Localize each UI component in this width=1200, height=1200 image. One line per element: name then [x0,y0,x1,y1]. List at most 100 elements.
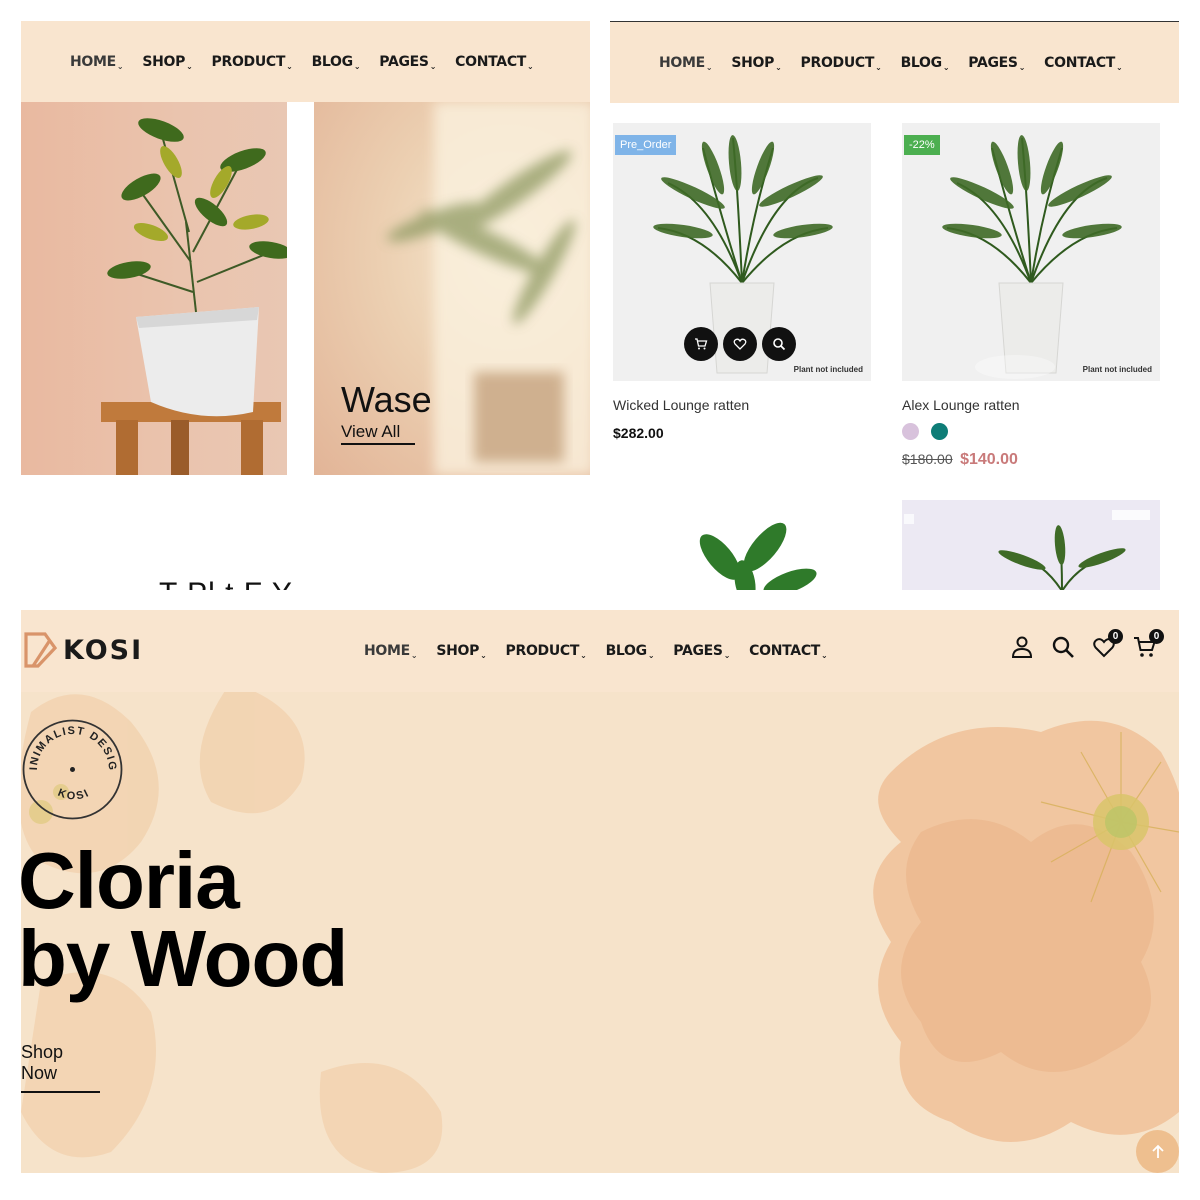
hero-title: Cloria by Wood [21,836,348,1003]
product-card[interactable]: Pre_Order Plant not included Wicked Loun… [613,123,871,441]
quick-view-button[interactable] [762,327,796,361]
product-image[interactable]: Pre_Order Plant not included [613,123,871,381]
hero-title-line-1: Cloria [21,836,240,925]
nav-blog-label: BLOG [900,54,943,71]
minimalist-design-stamp: MINIMALIST DESIGN KOSI [21,718,123,820]
swatch-lilac[interactable] [902,423,919,440]
nav-blog[interactable]: BLOG ⌄ [605,643,655,660]
svg-text:KOSI: KOSI [56,787,92,803]
chevron-down-icon: ⌄ [429,61,437,71]
nav-home[interactable]: HOME ⌄ [364,643,418,660]
header-actions: 0 0 [993,629,1164,659]
chevron-down-icon: ⌄ [775,62,782,72]
section-heading: T Pl t F Y [159,577,293,590]
nav-pages-label: PAGES [379,53,429,70]
panel-bottom-hero: KOSI HOME ⌄ SHOP ⌄ PRODUCT ⌄ BLOG ⌄ PAGES ⌄ C… [21,610,1179,1173]
product-image-partial[interactable] [902,500,1160,590]
hero-title-line-2: by Wood [21,914,348,1003]
cart-icon [695,338,708,350]
nav-shop-label: SHOP [142,53,186,70]
nav-pages[interactable]: PAGES ⌄ [968,55,1026,72]
price-row: $180.00 $140.00 [902,451,1160,469]
logo[interactable]: KOSI [23,632,143,668]
color-swatches [902,423,1160,445]
product-price: $282.00 [613,425,664,441]
old-price: $180.00 [902,451,953,467]
wishlist-button[interactable]: 0 [1092,629,1123,659]
nav-product[interactable]: PRODUCT ⌄ [505,643,587,660]
plant-on-stool-image[interactable] [21,102,287,475]
chevron-down-icon: ⌄ [186,61,193,71]
arrow-up-icon [1151,1144,1164,1158]
nav-shop[interactable]: SHOP ⌄ [142,53,193,71]
nav-product[interactable]: PRODUCT ⌄ [211,53,293,71]
heart-icon [733,338,747,350]
chevron-down-icon: ⌄ [527,61,534,71]
nav-pages-label: PAGES [673,643,723,659]
product-card[interactable]: -22% Plant not included Alex Lounge ratt… [902,123,1160,469]
nav-shop[interactable]: SHOP ⌄ [436,643,487,660]
nav-shop[interactable]: SHOP ⌄ [731,54,782,72]
chevron-down-icon: ⌄ [480,651,487,660]
product-name[interactable]: Alex Lounge ratten [902,397,1160,413]
search-button[interactable] [1051,635,1075,659]
search-icon [1052,636,1074,658]
main-nav: HOME ⌄ SHOP ⌄ PRODUCT ⌄ BLOG ⌄ PAGES ⌄ CONTAC… [364,610,846,692]
swatch-teal[interactable] [931,423,949,440]
nav-home[interactable]: HOME ⌄ [659,55,713,72]
cart-button[interactable]: 0 [1133,629,1164,659]
add-to-wishlist-button[interactable] [723,327,757,361]
nav-pages[interactable]: PAGES ⌄ [379,53,437,71]
nav-contact-label: CONTACT [455,53,527,70]
add-to-cart-button[interactable] [684,327,718,361]
nav-contact-label: CONTACT [1044,54,1116,71]
logo-text: KOSI [63,634,144,666]
chevron-down-icon: ⌄ [116,61,124,71]
nav-pages[interactable]: PAGES ⌄ [673,643,731,660]
nav-home-label: HOME [364,643,410,659]
chevron-down-icon: ⌄ [353,61,361,71]
view-all-link[interactable]: View All [341,422,415,445]
shop-now-button[interactable]: Shop Now [21,1042,100,1093]
nav-home-label: HOME [70,53,116,70]
nav-contact-label: CONTACT [749,643,821,659]
stamp-text-top: MINIMALIST DESIGN [21,718,117,772]
nav-blog-label: BLOG [605,643,648,659]
nav-shop-label: SHOP [731,54,775,71]
nav-blog[interactable]: BLOG ⌄ [311,53,361,71]
chevron-down-icon: ⌄ [1116,62,1123,72]
product-name[interactable]: Wicked Lounge ratten [613,397,871,413]
main-nav: HOME ⌄ SHOP ⌄ PRODUCT ⌄ BLOG ⌄ PAGES ⌄ CONTAC… [610,22,1179,103]
panel-top-left: HOME ⌄ SHOP ⌄ PRODUCT ⌄ BLOG ⌄ PAGES ⌄ CONTAC… [21,21,590,590]
nav-contact[interactable]: CONTACT ⌄ [1044,54,1123,72]
product-image-partial[interactable] [670,512,830,590]
nav-product-label: PRODUCT [505,643,580,659]
svg-text:MINIMALIST DESIGN: MINIMALIST DESIGN [21,718,118,772]
chevron-down-icon: ⌄ [410,651,418,660]
banner-title: Wase [341,379,432,420]
chevron-down-icon: ⌄ [942,62,950,72]
nav-blog-label: BLOG [311,53,354,70]
product-image[interactable]: -22% Plant not included [902,123,1160,381]
account-button[interactable] [1010,635,1034,659]
user-icon [1011,636,1033,658]
chevron-down-icon: ⌄ [875,62,882,72]
chevron-down-icon: ⌄ [1018,62,1026,72]
stamp-text-bottom: KOSI [56,787,90,803]
chevron-down-icon: ⌄ [723,651,731,660]
search-icon [773,338,786,351]
nav-blog[interactable]: BLOG ⌄ [900,54,950,72]
wishlist-count: 0 [1108,629,1123,644]
nav-contact[interactable]: CONTACT ⌄ [749,643,828,660]
cart-count: 0 [1149,629,1164,644]
nav-home[interactable]: HOME ⌄ [70,53,124,71]
nav-contact[interactable]: CONTACT ⌄ [455,53,534,71]
panel-top-right: HOME ⌄ SHOP ⌄ PRODUCT ⌄ BLOG ⌄ PAGES ⌄ CONTAC… [610,21,1179,590]
nav-product-label: PRODUCT [211,53,286,70]
nav-shop-label: SHOP [436,643,480,659]
chevron-down-icon: ⌄ [286,61,293,71]
plant-note: Plant not included [1082,365,1152,374]
scroll-to-top-button[interactable] [1136,1130,1179,1173]
sale-price: $140.00 [960,451,1018,468]
nav-product[interactable]: PRODUCT ⌄ [801,55,882,72]
